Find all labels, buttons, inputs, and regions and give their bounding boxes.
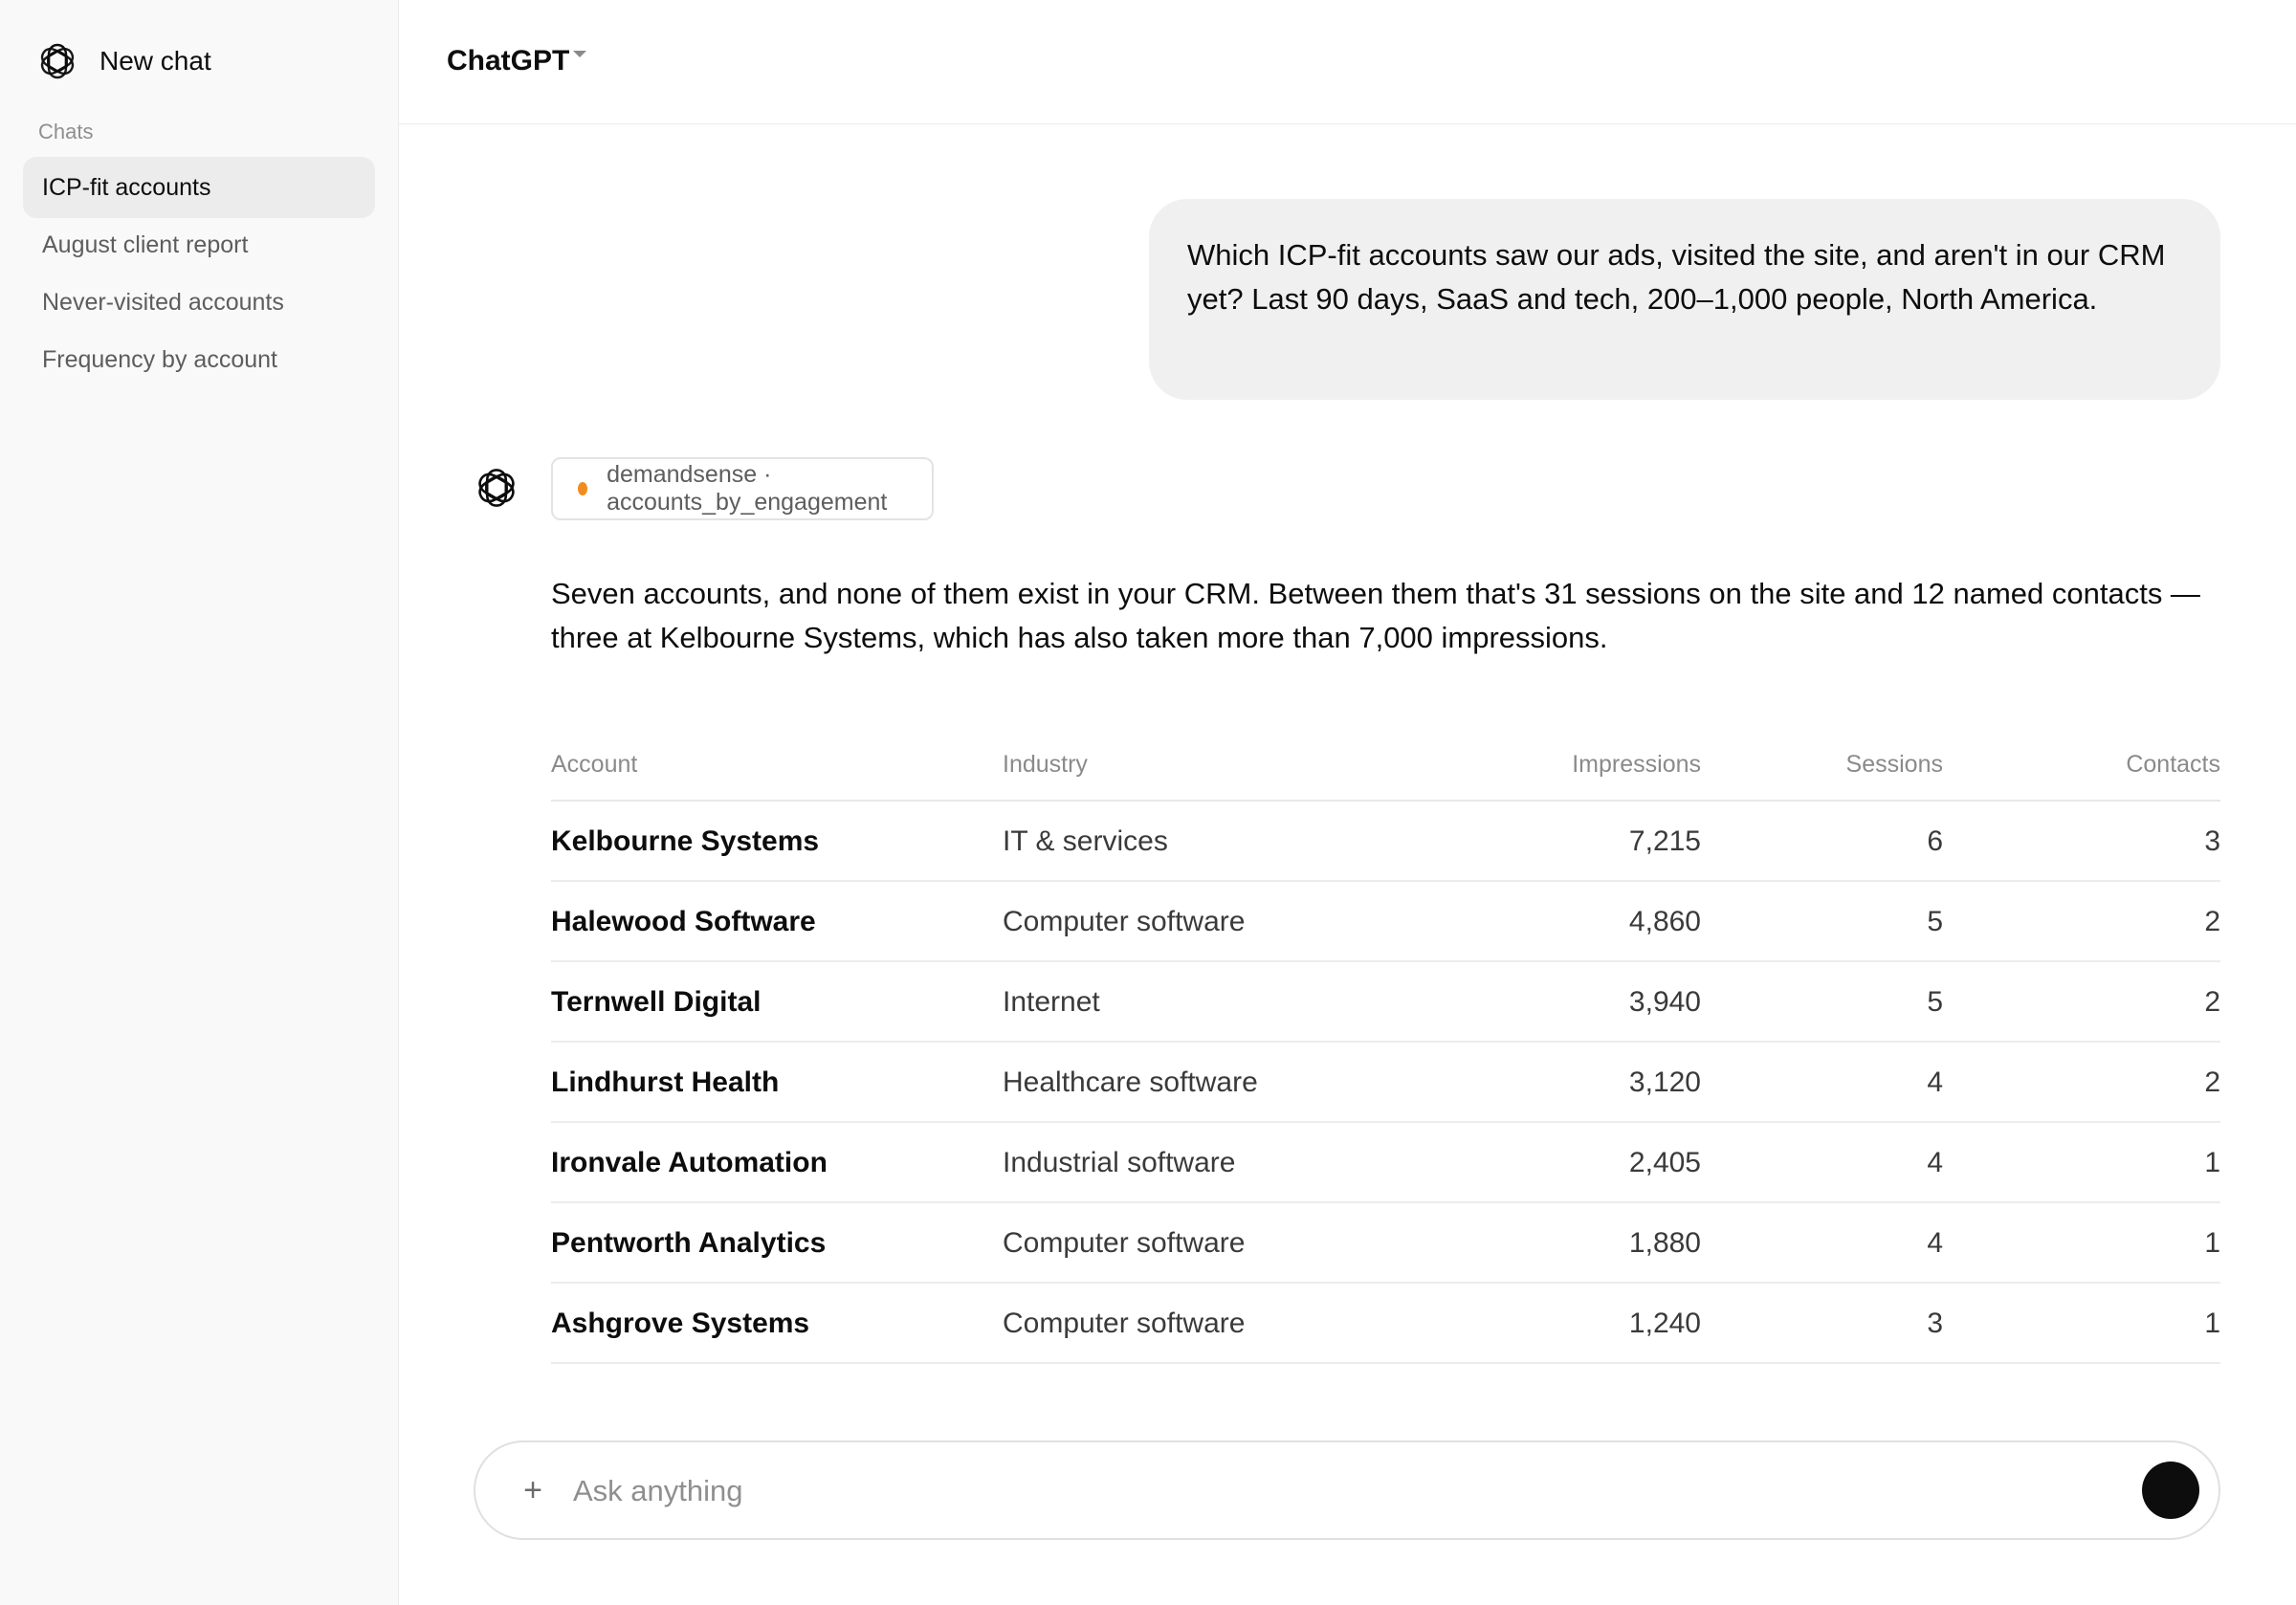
main-panel: ChatGPT Which ICP-fit accounts saw our a… [399, 0, 2296, 1605]
industry-cell: Computer software [1003, 1308, 1246, 1339]
status-dot-icon [578, 482, 588, 495]
contacts-cell: 1 [2204, 1147, 2220, 1178]
sidebar: New chat Chats ICP-fit accounts August c… [0, 0, 399, 1605]
impressions-cell: 1,240 [1628, 1308, 1701, 1339]
sessions-cell: 4 [1927, 1066, 1943, 1098]
new-chat-label: New chat [99, 46, 211, 76]
openai-logo-icon [478, 469, 515, 507]
contacts-cell: 1 [2204, 1227, 2220, 1259]
top-bar: ChatGPT [399, 0, 2296, 124]
accounts-table: Account Industry Impressions Sessions Co… [551, 737, 2220, 1364]
contacts-cell: 1 [2204, 1308, 2220, 1339]
account-cell: Pentworth Analytics [551, 1227, 827, 1259]
plus-icon[interactable]: + [514, 1469, 552, 1511]
industry-cell: Internet [1003, 986, 1100, 1018]
new-chat-button[interactable]: New chat [23, 27, 375, 96]
impressions-cell: 1,880 [1628, 1227, 1701, 1259]
contacts-cell: 2 [2204, 906, 2220, 937]
column-header-industry: Industry [1003, 751, 1088, 778]
send-icon[interactable] [2142, 1462, 2199, 1519]
impressions-cell: 7,215 [1628, 825, 1701, 857]
chatgpt-app: New chat Chats ICP-fit accounts August c… [0, 0, 2296, 1605]
contacts-cell: 3 [2204, 825, 2220, 857]
model-name: ChatGPT [447, 45, 570, 77]
tool-call-label: demandsense · accounts_by_engagement [607, 461, 888, 516]
table-row: Lindhurst Health Healthcare software 3,1… [551, 1043, 2220, 1123]
column-header-impressions: Impressions [1572, 751, 1701, 778]
sessions-cell: 4 [1927, 1147, 1943, 1178]
sidebar-item-icp-fit-accounts[interactable]: ICP-fit accounts [23, 157, 375, 218]
model-selector[interactable]: ChatGPT [447, 42, 587, 80]
table-row: Ashgrove Systems Computer software 1,240… [551, 1284, 2220, 1364]
table-row: Ternwell Digital Internet 3,940 5 2 [551, 962, 2220, 1043]
column-header-contacts: Contacts [2126, 751, 2220, 778]
industry-cell: Healthcare software [1003, 1066, 1258, 1098]
chats-section-label: Chats [38, 120, 94, 143]
sessions-cell: 5 [1927, 986, 1943, 1018]
sidebar-item-never-visited-accounts[interactable]: Never-visited accounts [23, 272, 375, 333]
account-cell: Lindhurst Health [551, 1066, 780, 1098]
contacts-cell: 2 [2204, 986, 2220, 1018]
message-input[interactable] [571, 1465, 2006, 1517]
sessions-cell: 4 [1927, 1227, 1943, 1259]
table-row: Kelbourne Systems IT & services 7,215 6 … [551, 802, 2220, 882]
impressions-cell: 3,940 [1628, 986, 1701, 1018]
account-cell: Kelbourne Systems [551, 825, 820, 857]
assistant-message: Seven accounts, and none of them exist i… [551, 577, 2200, 654]
impressions-cell: 4,860 [1628, 906, 1701, 937]
table-row: Ironvale Automation Industrial software … [551, 1123, 2220, 1203]
industry-cell: IT & services [1003, 825, 1168, 857]
account-cell: Ironvale Automation [551, 1147, 828, 1178]
sessions-cell: 6 [1927, 825, 1943, 857]
industry-cell: Industrial software [1003, 1147, 1236, 1178]
column-header-account: Account [551, 751, 638, 778]
account-cell: Ternwell Digital [551, 986, 762, 1018]
table-row: Pentworth Analytics Computer software 1,… [551, 1203, 2220, 1284]
industry-cell: Computer software [1003, 1227, 1246, 1259]
table-row: Halewood Software Computer software 4,86… [551, 882, 2220, 962]
industry-cell: Computer software [1003, 906, 1246, 937]
account-cell: Halewood Software [551, 906, 816, 937]
sidebar-item-august-client-report[interactable]: August client report [23, 214, 375, 275]
user-message: Which ICP-fit accounts saw our ads, visi… [1149, 199, 2220, 400]
impressions-cell: 2,405 [1628, 1147, 1701, 1178]
message-composer: + [474, 1440, 2220, 1540]
contacts-cell: 2 [2204, 1066, 2220, 1098]
chevron-down-icon [573, 50, 587, 57]
tool-call-chip[interactable]: demandsense · accounts_by_engagement [551, 457, 934, 520]
openai-logo-icon [40, 43, 75, 79]
table-header: Account Industry Impressions Sessions Co… [551, 737, 2220, 802]
sessions-cell: 5 [1927, 906, 1943, 937]
sessions-cell: 3 [1927, 1308, 1943, 1339]
sidebar-item-frequency-by-account[interactable]: Frequency by account [23, 329, 375, 390]
impressions-cell: 3,120 [1628, 1066, 1701, 1098]
account-cell: Ashgrove Systems [551, 1308, 810, 1339]
column-header-sessions: Sessions [1845, 751, 1943, 778]
